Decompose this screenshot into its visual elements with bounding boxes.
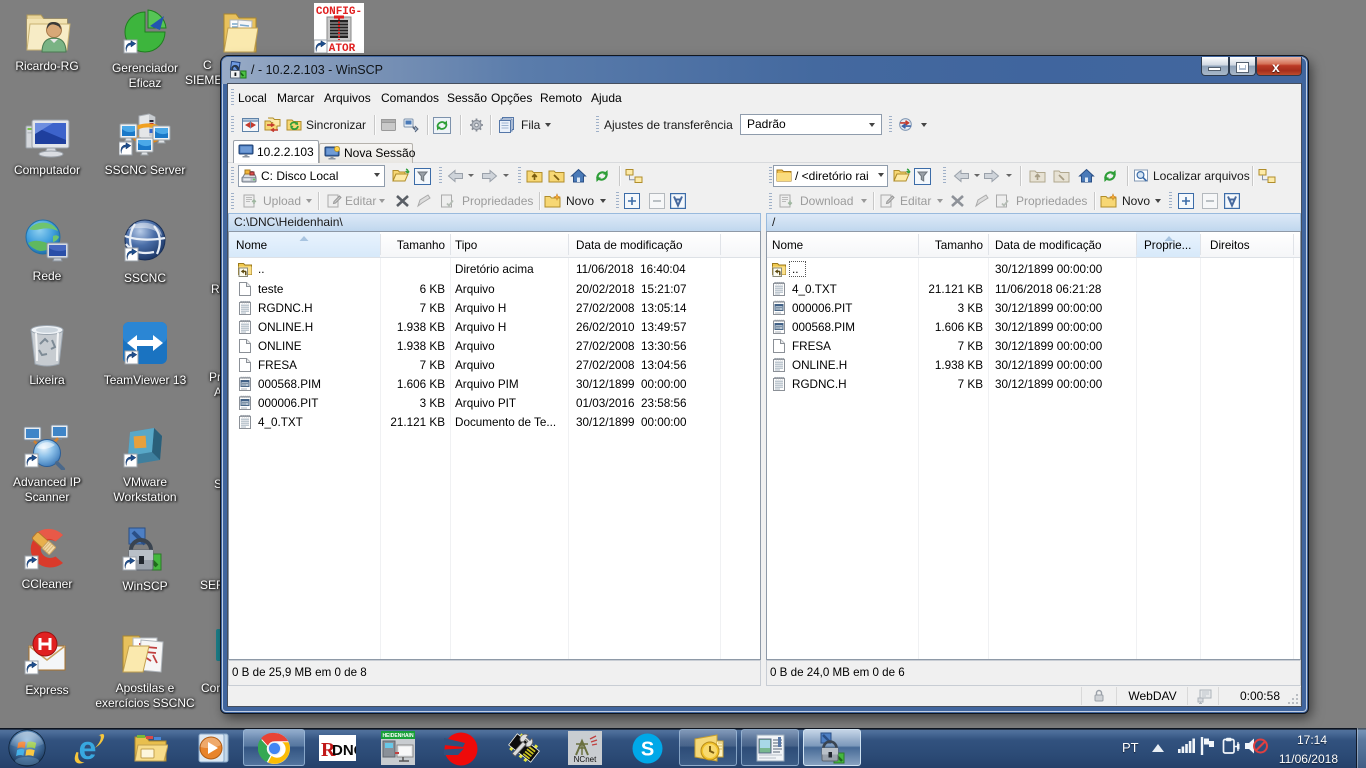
- svg-text:ATOR: ATOR: [329, 43, 356, 53]
- svg-text:NCnet: NCnet: [574, 755, 597, 764]
- svg-text:e: e: [79, 731, 97, 766]
- svg-text:DNC: DNC: [332, 742, 356, 759]
- svg-text:S: S: [641, 739, 654, 761]
- svg-text:HEIDENHAIN: HEIDENHAIN: [382, 733, 414, 739]
